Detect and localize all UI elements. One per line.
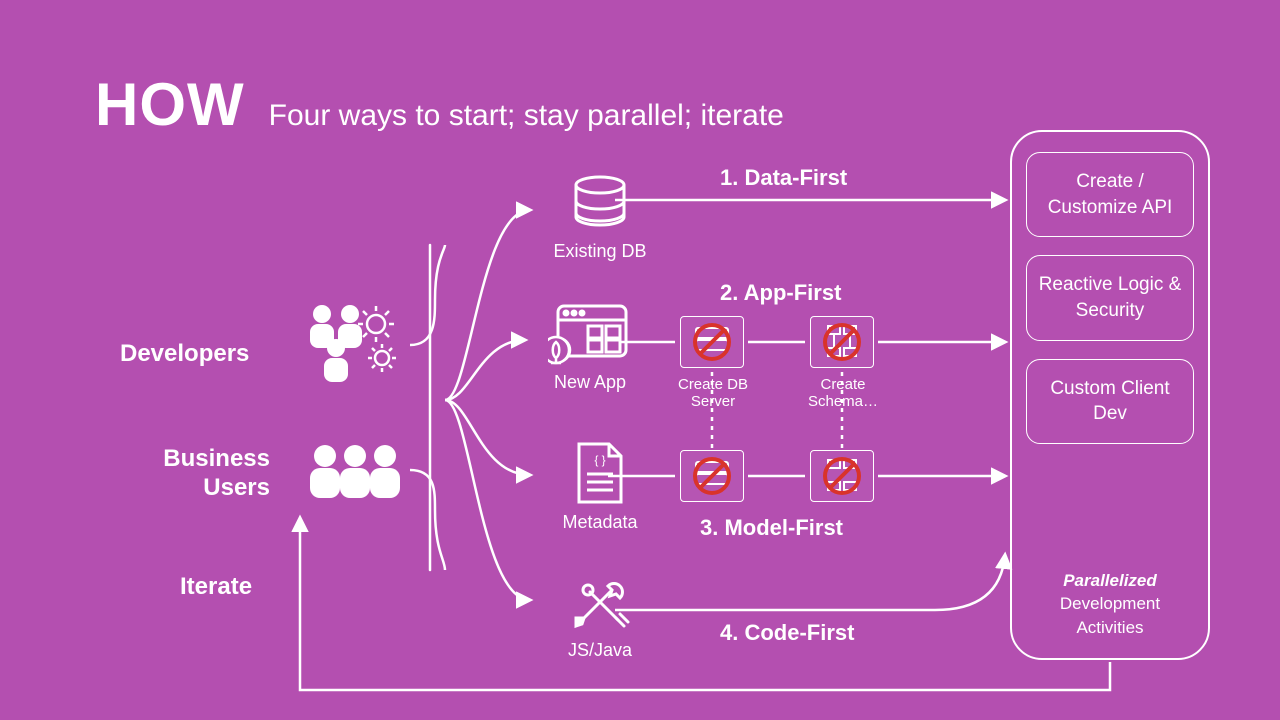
activities-panel: Create / Customize API Reactive Logic & …	[1010, 130, 1210, 660]
title-subtitle: Four ways to start; stay parallel; itera…	[269, 99, 784, 133]
box-custom-client: Custom Client Dev	[1026, 359, 1194, 444]
label-iterate: Iterate	[180, 573, 252, 601]
developers-icon	[300, 300, 400, 385]
metadata-icon: { } Metadata	[540, 440, 660, 533]
label-metadata: Metadata	[540, 512, 660, 533]
label-create-db-server: Create DB Server	[668, 376, 758, 411]
code-tools-icon: JS/Java	[540, 570, 660, 661]
label-code-first: 4. Code-First	[720, 620, 854, 646]
label-developers: Developers	[120, 340, 249, 368]
footer-rest: Development Activities	[1060, 594, 1160, 637]
database-icon: Existing DB	[540, 175, 660, 262]
box-reactive-logic: Reactive Logic & Security	[1026, 255, 1194, 340]
title-main: HOW	[95, 70, 245, 139]
label-business-users: Business Users	[150, 445, 270, 503]
skip-db-server-model-icon	[680, 450, 744, 502]
new-app-icon: New App	[530, 300, 650, 393]
label-model-first: 3. Model-First	[700, 515, 843, 541]
label-js-java: JS/Java	[540, 640, 660, 661]
box-create-api: Create / Customize API	[1026, 152, 1194, 237]
footer-emph: Parallelized	[1063, 571, 1157, 590]
skip-create-schema-icon	[810, 316, 874, 368]
panel-footer: Parallelized Development Activities	[1026, 569, 1194, 646]
svg-text:{ }: { }	[594, 453, 605, 467]
slide-title: HOW Four ways to start; stay parallel; i…	[95, 70, 784, 139]
skip-create-db-server-icon	[680, 316, 744, 368]
business-users-icon	[300, 440, 410, 505]
label-new-app: New App	[530, 372, 650, 393]
label-app-first: 2. App-First	[720, 280, 841, 306]
label-create-schema: Create Schema…	[798, 376, 888, 411]
label-existing-db: Existing DB	[540, 241, 660, 262]
label-data-first: 1. Data-First	[720, 165, 847, 191]
skip-schema-model-icon	[810, 450, 874, 502]
